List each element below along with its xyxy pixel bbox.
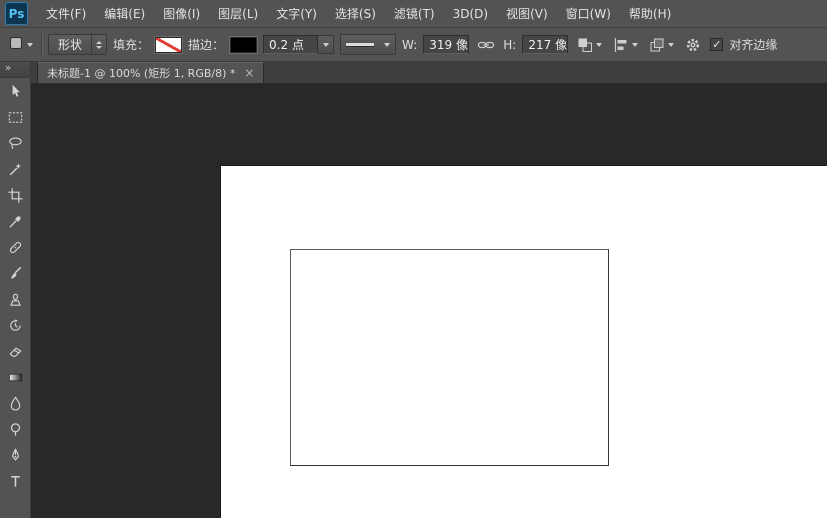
tool-dodge[interactable] [0, 416, 30, 442]
menu-item-type[interactable]: 文字(Y) [267, 0, 326, 27]
tool-mode-select[interactable]: 形状 [48, 34, 107, 55]
chain-link-icon [477, 36, 495, 54]
fill-label: 填充： [113, 36, 149, 53]
blur-tool-icon [7, 395, 24, 412]
tool-history-brush[interactable] [0, 312, 30, 338]
fill-swatch[interactable] [155, 37, 182, 53]
healing-brush-tool-icon [7, 239, 24, 256]
tool-clone-stamp[interactable] [0, 286, 30, 312]
tool-brush[interactable] [0, 260, 30, 286]
path-operations-icon [576, 36, 594, 54]
shape-tool-preset-icon [7, 34, 25, 55]
tool-type[interactable] [0, 468, 30, 494]
path-arrange-icon [648, 36, 666, 54]
tool-move[interactable] [0, 78, 30, 104]
path-operations-button[interactable] [574, 33, 604, 57]
marquee-tool-icon [7, 109, 24, 126]
gear-button[interactable] [682, 33, 704, 57]
stroke-style-picker[interactable] [340, 34, 396, 55]
lasso-tool-icon [7, 135, 24, 152]
chevron-down-icon [632, 43, 638, 47]
menu-item-filter[interactable]: 滤镜(T) [385, 0, 444, 27]
photoshop-logo: Ps [5, 2, 28, 25]
tools-panel: » [0, 62, 31, 518]
spinner-arrows-icon [91, 35, 106, 54]
gear-icon [684, 36, 702, 54]
stroke-width-input[interactable]: 0.2 点 [263, 35, 318, 54]
path-alignment-button[interactable] [610, 33, 640, 57]
tool-crop[interactable] [0, 182, 30, 208]
tool-spot-healing-brush[interactable] [0, 234, 30, 260]
shape-rectangle[interactable] [290, 249, 609, 466]
eraser-tool-icon [7, 343, 24, 360]
tool-blur[interactable] [0, 390, 30, 416]
width-label: W: [402, 38, 417, 52]
options-bar: 形状 填充： 描边： 0.2 点 W: 319 像 [0, 28, 827, 62]
quick-selection-tool-icon [7, 161, 24, 178]
document-tab-bar: 未标题-1 @ 100% (矩形 1, RGB/8) * × [31, 62, 827, 84]
brush-tool-icon [7, 265, 24, 282]
separator [41, 33, 42, 57]
move-tool-icon [7, 83, 24, 100]
height-label: H: [503, 38, 516, 52]
tool-preset-picker[interactable] [5, 33, 35, 57]
eyedropper-tool-icon [7, 213, 24, 230]
menu-item-image[interactable]: 图像(I) [154, 0, 209, 27]
clone-stamp-tool-icon [7, 291, 24, 308]
menu-bar: Ps 文件(F) 编辑(E) 图像(I) 图层(L) 文字(Y) 选择(S) 滤… [0, 0, 827, 28]
document-column: 未标题-1 @ 100% (矩形 1, RGB/8) * × [31, 62, 827, 518]
link-dimensions-button[interactable] [475, 33, 497, 57]
tool-lasso[interactable] [0, 130, 30, 156]
stroke-color-swatch[interactable] [230, 37, 257, 53]
menu-item-help[interactable]: 帮助(H) [620, 0, 680, 27]
history-brush-tool-icon [7, 317, 24, 334]
align-edges-label: 对齐边缘 [729, 36, 777, 53]
check-icon: ✓ [712, 39, 721, 50]
chevron-down-icon [668, 43, 674, 47]
stroke-label: 描边： [188, 36, 224, 53]
menu-item-3d[interactable]: 3D(D) [444, 0, 497, 27]
menu-item-file[interactable]: 文件(F) [37, 0, 95, 27]
chevron-down-icon [384, 43, 390, 47]
tool-rectangular-marquee[interactable] [0, 104, 30, 130]
path-arrange-button[interactable] [646, 33, 676, 57]
tool-quick-selection[interactable] [0, 156, 30, 182]
menu-item-select[interactable]: 选择(S) [326, 0, 385, 27]
solid-line-icon [346, 43, 374, 46]
tool-eraser[interactable] [0, 338, 30, 364]
document-tab-title: 未标题-1 @ 100% (矩形 1, RGB/8) * [47, 65, 235, 81]
stroke-width-dropdown[interactable] [318, 35, 334, 54]
document-canvas[interactable] [221, 166, 827, 518]
chevron-down-icon [323, 43, 329, 47]
pen-tool-icon [7, 447, 24, 464]
tool-eyedropper[interactable] [0, 208, 30, 234]
width-input[interactable]: 319 像 [423, 35, 469, 54]
tool-mode-value: 形状 [49, 36, 91, 53]
document-tab[interactable]: 未标题-1 @ 100% (矩形 1, RGB/8) * × [37, 62, 264, 83]
menu-item-edit[interactable]: 编辑(E) [95, 0, 154, 27]
crop-tool-icon [7, 187, 24, 204]
photoshop-window: Ps 文件(F) 编辑(E) 图像(I) 图层(L) 文字(Y) 选择(S) 滤… [0, 0, 827, 518]
tool-pen[interactable] [0, 442, 30, 468]
menu-item-window[interactable]: 窗口(W) [557, 0, 620, 27]
stroke-width-control: 0.2 点 [263, 35, 334, 54]
tool-gradient[interactable] [0, 364, 30, 390]
chevron-down-icon [27, 43, 33, 47]
height-input[interactable]: 217 像 [522, 35, 568, 54]
toolbar-collapse-button[interactable]: » [0, 62, 30, 78]
menu-item-layer[interactable]: 图层(L) [209, 0, 267, 27]
chevron-down-icon [596, 43, 602, 47]
path-alignment-icon [612, 36, 630, 54]
align-edges-checkbox[interactable]: ✓ [710, 38, 723, 51]
main-area: » [0, 62, 827, 518]
close-icon[interactable]: × [244, 67, 254, 79]
gradient-tool-icon [7, 369, 24, 386]
pasteboard [31, 84, 827, 518]
dodge-tool-icon [7, 421, 24, 438]
menu-item-view[interactable]: 视图(V) [497, 0, 557, 27]
type-tool-icon [7, 473, 24, 490]
